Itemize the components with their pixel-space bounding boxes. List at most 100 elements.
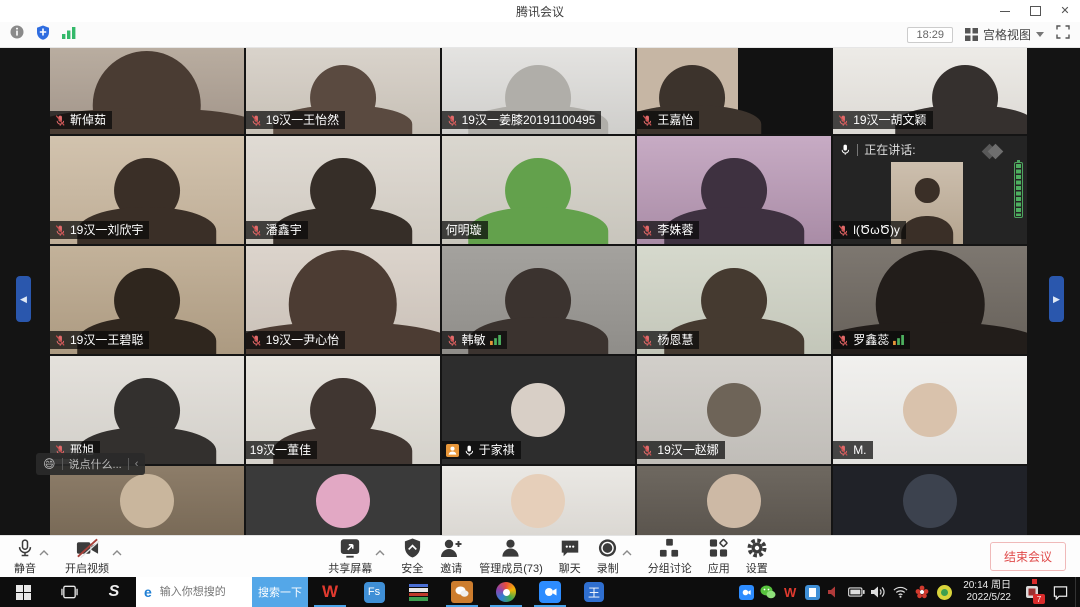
video-tile[interactable]: M. (833, 356, 1027, 464)
close-button[interactable]: ✕ (1050, 0, 1080, 22)
task-view-button-icon (61, 585, 78, 599)
chevron-up-icon[interactable] (375, 543, 385, 561)
tray-doc-icon[interactable] (801, 577, 823, 607)
record-button[interactable]: 录制 (597, 537, 619, 576)
chevron-up-icon[interactable] (112, 543, 122, 561)
video-tile[interactable]: 19汉一赵娜 (637, 356, 831, 464)
settings-button[interactable]: 设置 (746, 537, 768, 576)
meeting-security-shield-icon[interactable] (36, 25, 50, 45)
start-button[interactable] (0, 577, 46, 607)
restore-icon (1030, 6, 1041, 16)
toolbar-label: 共享屏幕 (328, 560, 372, 576)
participant-label: 19汉一董佳 (246, 441, 317, 459)
network-signal-icon[interactable] (62, 26, 76, 44)
wps-app[interactable]: W (308, 577, 352, 607)
quick-chat-bubble[interactable]: 😄 说点什么... ‹ (36, 453, 145, 475)
video-tile[interactable]: 王嘉怡 (637, 48, 831, 134)
quick-chat-placeholder[interactable]: 说点什么... (69, 456, 122, 472)
participant-name: M. (853, 443, 866, 457)
browser-colorwheel-app[interactable] (484, 577, 528, 607)
invite-icon (439, 537, 463, 559)
video-tile[interactable]: 19汉一王怡然 (246, 48, 440, 134)
notification-app-icon[interactable]: 7 (1019, 577, 1045, 607)
video-tile[interactable]: 19汉一胡文颖 (833, 48, 1027, 134)
apps-button[interactable]: 应用 (708, 537, 730, 576)
wechat-app-icon (451, 581, 473, 603)
mic-button[interactable]: 静音 (14, 537, 36, 576)
video-tile[interactable] (442, 466, 636, 535)
wechat-app[interactable] (440, 577, 484, 607)
video-tile[interactable] (833, 466, 1027, 535)
toolbar-label: 设置 (746, 560, 768, 576)
tray-wechat-icon[interactable] (757, 577, 779, 607)
emoji-icon[interactable]: 😄 (43, 457, 56, 471)
participant-name: l(ԾωԾ)y (853, 223, 900, 237)
participant-name: 韩敏 (462, 333, 486, 347)
video-tile[interactable] (246, 466, 440, 535)
tray-meeting-icon[interactable] (735, 577, 757, 607)
minimize-button[interactable] (990, 0, 1020, 22)
wang-app[interactable]: 王 (572, 577, 616, 607)
video-tile[interactable]: 李姝蓉 (637, 136, 831, 244)
video-tile[interactable]: 19汉一姜膝20191100495 (442, 48, 636, 134)
winrar-app[interactable] (396, 577, 440, 607)
tray-speaker-muted-icon[interactable] (823, 577, 845, 607)
video-tile[interactable]: 于家祺 (442, 356, 636, 464)
fullscreen-button[interactable] (1056, 25, 1070, 44)
participant-name: 李姝蓉 (657, 223, 693, 237)
fs-app-icon: Fs (364, 582, 385, 603)
meeting-info-icon[interactable] (10, 25, 24, 44)
video-tile[interactable]: 邢旭 (50, 356, 244, 464)
tray-battery-icon[interactable] (845, 577, 867, 607)
tray-360-icon[interactable] (911, 577, 933, 607)
end-meeting-button[interactable]: 结束会议 (990, 542, 1066, 571)
taskbar-clock[interactable]: 20:14 周日 2022/5/22 (955, 580, 1019, 604)
show-desktop-button[interactable] (1075, 577, 1080, 607)
tray-wps-icon[interactable]: W (779, 577, 801, 607)
video-tile[interactable]: 罗鑫蕊 (833, 246, 1027, 354)
video-tile[interactable]: 杨恩慧 (637, 246, 831, 354)
breakout-button[interactable]: 分组讨论 (648, 537, 692, 576)
title-bar: 腾讯会议 ✕ (0, 0, 1080, 22)
tray-energy-icon[interactable] (933, 577, 955, 607)
apps-icon (708, 537, 729, 559)
tray-wifi-icon[interactable] (889, 577, 911, 607)
participant-name: 王嘉怡 (657, 113, 693, 127)
search-go-button[interactable]: 搜索一下 (252, 577, 308, 607)
collapse-chat-icon[interactable]: ‹ (135, 458, 139, 470)
video-tile[interactable]: 19汉一刘欣宇 (50, 136, 244, 244)
s-app[interactable]: S (92, 577, 136, 607)
video-tile[interactable]: 靳倬茹 (50, 48, 244, 134)
invite-button[interactable]: 邀请 (439, 537, 463, 576)
security-button[interactable]: 安全 (401, 537, 423, 576)
share-screen-button[interactable]: 共享屏幕 (328, 537, 372, 576)
camera-off-icon (75, 537, 100, 559)
video-tile[interactable]: 19汉一董佳 (246, 356, 440, 464)
video-tile[interactable]: 正在讲话:l(ԾωԾ)y (833, 136, 1027, 244)
task-view-button[interactable] (46, 577, 92, 607)
taskbar-search-box[interactable]: e搜索一下 (136, 577, 308, 607)
camera-off-button[interactable]: 开启视频 (65, 537, 109, 576)
action-center-button[interactable] (1045, 577, 1075, 607)
video-tile[interactable]: 潘鑫宇 (246, 136, 440, 244)
video-tile[interactable] (50, 466, 244, 535)
next-page-button[interactable]: ▶ (1049, 276, 1064, 322)
view-mode-button[interactable]: 宫格视图 (965, 26, 1044, 43)
avatar-body (469, 207, 609, 244)
tray-volume-icon[interactable] (867, 577, 889, 607)
chevron-up-icon[interactable] (622, 543, 632, 561)
video-tile[interactable]: 韩敏 (442, 246, 636, 354)
members-button[interactable]: 管理成员(73) (479, 537, 543, 576)
video-tile[interactable]: 何明璇 (442, 136, 636, 244)
view-mode-label: 宫格视图 (983, 26, 1031, 43)
tencent-meeting-app[interactable] (528, 577, 572, 607)
video-tile[interactable] (637, 466, 831, 535)
restore-button[interactable] (1020, 0, 1050, 22)
chevron-up-icon[interactable] (39, 543, 49, 561)
prev-page-button[interactable]: ◀ (16, 276, 31, 322)
chat-button[interactable]: 聊天 (559, 537, 581, 576)
video-tile[interactable]: 19汉一王碧聪 (50, 246, 244, 354)
taskbar-search-input[interactable] (158, 585, 250, 599)
fs-app[interactable]: Fs (352, 577, 396, 607)
video-tile[interactable]: 19汉一尹心怡 (246, 246, 440, 354)
